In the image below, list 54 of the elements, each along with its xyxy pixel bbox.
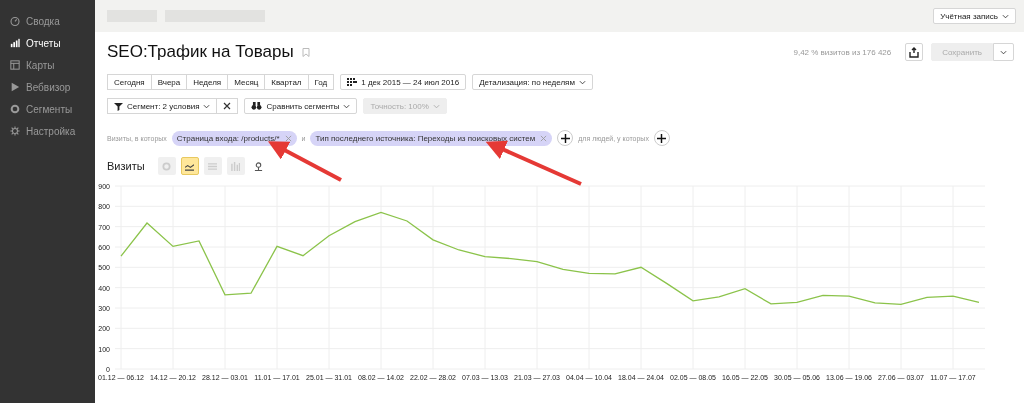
account-button[interactable]: Учётная запись <box>933 8 1016 24</box>
close-icon[interactable] <box>284 134 292 142</box>
bookmark-icon[interactable] <box>301 46 310 58</box>
binoculars-icon <box>251 102 263 110</box>
sidebar-item[interactable]: Сегменты <box>0 98 95 120</box>
chart-view-button[interactable] <box>180 157 199 175</box>
play-icon <box>10 82 20 92</box>
sidebar-item[interactable]: Настройка <box>0 120 95 142</box>
period-tab[interactable]: Сегодня <box>107 74 152 90</box>
export-button[interactable] <box>905 43 924 61</box>
compare-dropdown[interactable]: Сравнить сегменты <box>244 98 358 114</box>
add-condition-button[interactable] <box>653 130 670 146</box>
period-tab[interactable]: Неделя <box>186 74 229 90</box>
plus-icon <box>560 133 570 143</box>
map-pin-icon <box>254 161 264 171</box>
condition-chip[interactable]: Тип последнего источника: Переходы из поисковых систем <box>310 130 553 146</box>
caret-icon <box>1000 49 1007 55</box>
period-tab[interactable]: Год <box>307 74 335 90</box>
plus-icon <box>657 133 667 143</box>
area-icon <box>208 161 218 171</box>
pie-icon <box>162 161 172 171</box>
caret-icon <box>578 79 586 85</box>
caret-icon <box>343 103 351 109</box>
upload-icon <box>909 46 920 58</box>
report-title: SEO:Трафик на Товары <box>107 42 294 62</box>
calendar-icon <box>347 78 358 86</box>
gauge-icon <box>10 16 20 26</box>
line-chart-icon <box>185 161 195 171</box>
bar-chart-icon <box>10 38 20 48</box>
close-icon[interactable] <box>540 134 548 142</box>
clear-button[interactable] <box>216 98 239 114</box>
sidebar-item[interactable]: Вебвизор <box>0 76 95 98</box>
chart-title: Визиты <box>107 160 145 172</box>
close-icon <box>223 102 232 110</box>
caret-icon <box>203 103 211 109</box>
sidebar-item[interactable]: Карты <box>0 54 95 76</box>
condition-chip[interactable]: Страница входа: /products/* <box>171 130 297 146</box>
sidebar-item[interactable]: Отчеты <box>0 32 95 54</box>
caret-icon <box>1002 13 1009 19</box>
date-range-button[interactable]: 1 дек 2015 — 24 июл 2016 <box>340 74 467 90</box>
ring-icon <box>10 104 20 114</box>
gear-icon <box>10 126 20 136</box>
detail-dropdown[interactable]: Детализация: по неделям <box>472 74 593 90</box>
period-tab[interactable]: Квартал <box>264 74 309 90</box>
visits-share: 9,42 % визитов из 176 426 <box>793 47 892 57</box>
sidebar-item[interactable]: Сводка <box>0 10 95 32</box>
save-menu-button[interactable] <box>993 43 1014 61</box>
filter-icon <box>114 101 123 111</box>
period-tab[interactable]: Месяц <box>227 74 266 90</box>
add-condition-button[interactable] <box>557 130 574 146</box>
layout-icon <box>10 60 20 70</box>
caret-icon <box>432 103 440 109</box>
segment-dropdown[interactable]: Сегмент: 2 условия <box>107 98 218 114</box>
bars-icon <box>231 161 241 171</box>
